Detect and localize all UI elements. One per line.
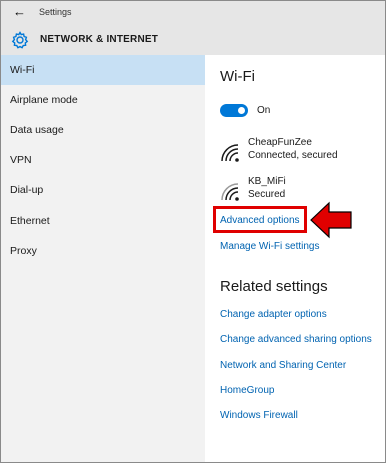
page-title: Wi-Fi [220,68,255,85]
settings-window: ← Settings NETWORK & INTERNET Wi-Fi Airp… [0,0,386,463]
main-content: Wi-Fi On CheapFunZee Connected, secured [205,55,385,462]
red-arrow-icon [310,201,352,239]
network-item-kb-mifi[interactable]: KB_MiFi Secured [220,176,385,210]
sidebar-item-airplane-mode[interactable]: Airplane mode [1,85,205,115]
change-adapter-options-link[interactable]: Change adapter options [220,309,327,320]
wifi-toggle[interactable] [220,104,248,117]
back-arrow-icon[interactable]: ← [13,4,26,19]
homegroup-link[interactable]: HomeGroup [220,385,274,396]
wifi-signal-icon [221,144,239,162]
wifi-toggle-label: On [257,105,271,116]
network-name: KB_MiFi [248,176,286,187]
wifi-signal-icon [221,183,239,201]
sidebar: Wi-Fi Airplane mode Data usage VPN Dial-… [1,55,205,462]
windows-firewall-link[interactable]: Windows Firewall [220,410,298,421]
highlight-box [213,206,307,233]
sidebar-item-proxy[interactable]: Proxy [1,236,205,266]
title-bar: ← Settings [1,1,385,25]
sidebar-item-vpn[interactable]: VPN [1,145,205,175]
network-and-sharing-center-link[interactable]: Network and Sharing Center [220,360,346,371]
sidebar-item-wifi[interactable]: Wi-Fi [1,55,205,85]
section-title: NETWORK & INTERNET [40,34,159,45]
manage-wifi-settings-link[interactable]: Manage Wi-Fi settings [220,241,319,252]
network-name: CheapFunZee [248,137,312,148]
window-title: Settings [39,7,72,17]
network-status: Secured [248,189,286,200]
network-item-cheapfunzee[interactable]: CheapFunZee Connected, secured [220,137,385,171]
sidebar-item-label: Airplane mode [10,94,78,106]
sidebar-item-label: Dial-up [10,184,44,196]
sidebar-item-label: Wi-Fi [10,64,35,76]
related-settings-heading: Related settings [220,278,328,295]
sidebar-item-data-usage[interactable]: Data usage [1,115,205,145]
page-header: NETWORK & INTERNET [1,25,385,55]
network-status: Connected, secured [248,150,338,161]
toggle-knob [238,107,245,114]
sidebar-item-label: Proxy [10,245,37,257]
sidebar-item-label: Ethernet [10,215,50,227]
sidebar-item-ethernet[interactable]: Ethernet [1,206,205,236]
sidebar-item-dial-up[interactable]: Dial-up [1,175,205,205]
sidebar-item-label: Data usage [10,124,64,136]
sidebar-item-label: VPN [10,154,32,166]
change-advanced-sharing-options-link[interactable]: Change advanced sharing options [220,334,372,345]
gear-icon [11,31,29,49]
